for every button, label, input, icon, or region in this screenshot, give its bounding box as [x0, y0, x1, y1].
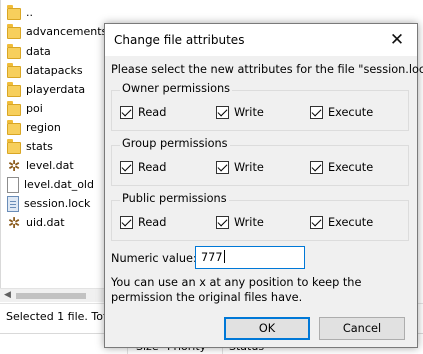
group-read-checkbox[interactable]: Read [120, 161, 166, 174]
public-read-checkbox[interactable]: Read [120, 216, 166, 229]
numeric-value-text[interactable]: 777 [201, 251, 223, 264]
file-name: region [26, 121, 61, 134]
file-row-datapacks[interactable]: datapacks [7, 61, 83, 80]
file-row-stats[interactable]: stats [7, 137, 53, 156]
close-icon[interactable]: ✕ [377, 24, 417, 56]
checkbox-checked-icon[interactable] [310, 106, 323, 119]
dialog-titlebar[interactable]: Change file attributes ✕ [105, 24, 417, 56]
file-name: session.lock [24, 197, 91, 210]
file-row-data[interactable]: data [7, 42, 51, 61]
file-name: poi [26, 102, 43, 115]
document-icon [7, 176, 19, 193]
file-name: level.dat_old [24, 178, 94, 191]
group-write-checkbox[interactable]: Write [216, 161, 264, 174]
file-row-poi[interactable]: poi [7, 99, 43, 118]
remote-file-list[interactable]: .. advancements data datapacks playerdat… [0, 0, 112, 288]
checkbox-checked-icon[interactable] [216, 216, 229, 229]
group-permissions-group: Group permissions Read Write Execute [111, 137, 409, 186]
dialog-hint: You can use an x at any position to keep… [111, 276, 362, 304]
checkbox-checked-icon[interactable] [120, 216, 133, 229]
group-execute-checkbox[interactable]: Execute [310, 161, 373, 174]
file-row-region[interactable]: region [7, 118, 61, 137]
checkbox-checked-icon[interactable] [216, 161, 229, 174]
owner-permissions-group: Owner permissions Read Write Execute [111, 82, 409, 131]
group-title: Owner permissions [120, 82, 233, 95]
dialog-prompt: Please select the new attributes for the… [111, 63, 423, 76]
checkbox-checked-icon[interactable] [310, 216, 323, 229]
file-row-parent[interactable]: .. [7, 3, 33, 22]
checkbox-label[interactable]: Execute [328, 161, 373, 174]
text-caret [223, 250, 225, 263]
checkbox-label[interactable]: Read [138, 161, 166, 174]
file-row-level-dat-old[interactable]: level.dat_old [7, 175, 94, 194]
checkbox-checked-icon[interactable] [120, 161, 133, 174]
checkbox-label[interactable]: Write [234, 216, 264, 229]
file-name: uid.dat [26, 216, 65, 229]
checkbox-label[interactable]: Execute [328, 216, 373, 229]
change-file-attributes-dialog: Change file attributes ✕ Please select t… [104, 23, 423, 348]
folder-icon [7, 43, 21, 59]
file-name: playerdata [26, 83, 86, 96]
checkbox-label[interactable]: Write [234, 106, 264, 119]
file-name: advancements [26, 25, 108, 38]
checkbox-checked-icon[interactable] [216, 106, 229, 119]
owner-read-checkbox[interactable]: Read [120, 106, 166, 119]
dialog-title: Change file attributes [114, 33, 245, 47]
file-name: datapacks [26, 64, 83, 77]
file-row-advancements[interactable]: advancements [7, 22, 107, 41]
folder-icon [7, 23, 21, 39]
file-row-playerdata[interactable]: playerdata [7, 80, 85, 99]
lock-file-icon [7, 195, 19, 212]
checkbox-checked-icon[interactable] [120, 106, 133, 119]
public-write-checkbox[interactable]: Write [216, 216, 264, 229]
checkbox-label[interactable]: Execute [328, 106, 373, 119]
checkbox-label[interactable]: Read [138, 216, 166, 229]
public-permissions-group: Public permissions Read Write Execute [111, 192, 409, 241]
file-row-uid-dat[interactable]: ✲ uid.dat [7, 213, 65, 232]
folder-icon [7, 119, 21, 135]
checkbox-label[interactable]: Write [234, 161, 264, 174]
file-name: .. [26, 6, 33, 19]
owner-write-checkbox[interactable]: Write [216, 106, 264, 119]
checkbox-label[interactable]: Read [138, 106, 166, 119]
gear-icon: ✲ [7, 213, 21, 232]
numeric-value-input[interactable]: 777 [195, 246, 305, 269]
horizontal-scrollbar[interactable]: ◀ [0, 288, 112, 302]
owner-execute-checkbox[interactable]: Execute [310, 106, 373, 119]
cancel-button[interactable]: Cancel [319, 317, 405, 340]
file-name: data [26, 45, 51, 58]
folder-icon [7, 100, 21, 116]
folder-icon [7, 138, 21, 154]
gear-icon: ✲ [7, 156, 21, 175]
status-text: Selected 1 file. Tota [6, 310, 115, 323]
scroll-left-icon[interactable]: ◀ [4, 290, 11, 300]
file-name: level.dat [26, 159, 74, 172]
group-title: Public permissions [120, 192, 229, 205]
file-name: stats [26, 140, 53, 153]
file-row-level-dat[interactable]: ✲ level.dat [7, 156, 74, 175]
file-row-session-lock[interactable]: session.lock [7, 194, 90, 213]
checkbox-checked-icon[interactable] [310, 161, 323, 174]
group-title: Group permissions [120, 137, 230, 150]
ok-button[interactable]: OK [224, 317, 310, 340]
folder-icon [7, 62, 21, 78]
folder-icon [7, 4, 21, 20]
numeric-value-label: Numeric value: [111, 252, 197, 265]
scrollbar-thumb[interactable] [16, 293, 86, 299]
public-execute-checkbox[interactable]: Execute [310, 216, 373, 229]
folder-icon [7, 81, 21, 97]
